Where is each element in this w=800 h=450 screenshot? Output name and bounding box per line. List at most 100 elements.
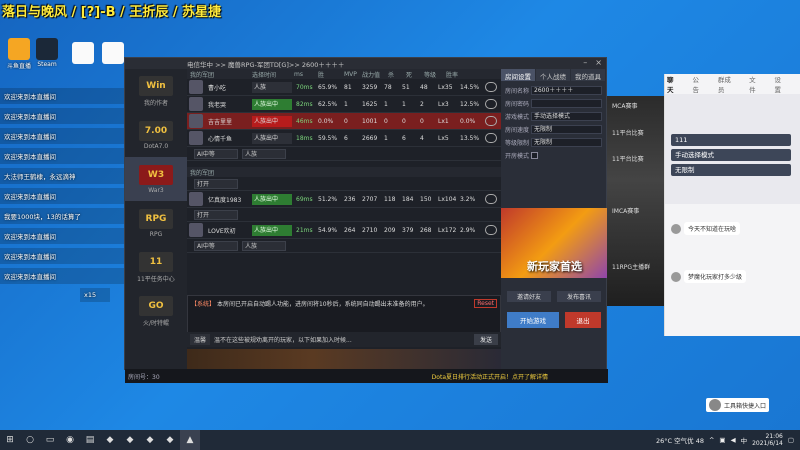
network-icon[interactable]: ▣ [719,436,725,444]
steam-app-icon [36,38,58,60]
language-indicator[interactable]: 中 [741,435,748,445]
system-tag: 【系统】 [191,301,216,308]
window-titlebar[interactable]: 电信华中 >> 魔兽RPG-军团TD[G]>> 2600＋＋＋＋ – × [125,58,606,69]
app-icon[interactable]: ◆ [140,430,160,450]
desktop-icon-3[interactable] [66,42,100,65]
start-game-button[interactable]: 开始游戏 [507,312,559,328]
player-row[interactable]: 曹小吃 人族 70ms 65.9% 81 3259 78 51 48 Lx35 … [187,79,501,96]
tab-members[interactable]: 群成员 [718,74,735,94]
file-icon [102,42,124,64]
ai-difficulty-select[interactable]: AI中等 [194,240,238,251]
race-select[interactable]: 人族 [242,148,286,159]
add-icon[interactable] [485,194,497,204]
weather-text[interactable]: 26°C 空气优 48 [656,435,704,445]
tray-chevron-icon[interactable]: ^ [709,436,714,444]
chat-message: 今天不知道在玩啥 [671,222,741,235]
group-chat-window: MCA赛事 11平台比赛 11平台比赛 IMCA赛事 11RPG主播群 聊天 公… [600,66,800,336]
window-title: 电信华中 >> 魔兽RPG-军团TD[G]>> 2600＋＋＋＋ [187,60,345,69]
system-message: 本房间已开启自动踢人功能，进房间将10秒后，系统同自动踢出未准备的用户。 [216,301,429,308]
more-options-icon[interactable] [485,133,497,143]
more-options-icon[interactable] [485,99,497,109]
more-options-icon[interactable] [485,82,497,92]
sidebar-item-dota[interactable]: 7.00 DotA7.0 [125,113,187,157]
room-speed-select[interactable]: 无限制 [531,125,602,134]
game-logo-icon: GO [139,295,173,316]
player-row[interactable]: 心情千鱼 人族出中 18ms 59.5% 6 2669 1 6 4 Lx5 13… [187,130,501,147]
event-notice-link[interactable]: Dota夏日排行活动正式开启！点开了解详情 [432,372,548,381]
sidebar-item-mine[interactable]: Win 我的作者 [125,69,187,113]
promo-ad-image[interactable]: 新玩家首选 [501,208,608,278]
app-icon[interactable]: ◆ [160,430,180,450]
room-number-text: 房间号：30 [128,373,160,381]
tab-personal-record[interactable]: 个人战绩 [536,69,570,81]
mode-field[interactable]: 手动选择模式 [671,149,791,161]
ai-slot-row: AI中等 人族 [187,239,501,253]
tab-room-settings[interactable]: 房间设置 [501,69,535,81]
search-icon[interactable]: ○ [20,430,40,450]
chat-input[interactable]: 温不在这些被规劝离开的玩家，以下如果加入时候... [214,335,474,344]
chat-panel: 聊天 公告 群成员 文件 设置 111 手动选择模式 无限制 今天不知道在玩啥 … [664,74,800,336]
race-select[interactable]: 人族 [242,240,286,251]
window-status-bar: 房间号：30 Dota夏日排行活动正式开启！点开了解详情 [125,369,608,383]
tab-chat[interactable]: 聊天 [667,74,678,94]
sidebar-item-rpg[interactable]: RPG RPG [125,201,187,245]
form-row-speed: 房间速度 无限制 [505,123,602,136]
taskbar: ⊞ ○ ▭ ◉ ▤ ◆ ◆ ◆ ◆ ▲ 26°C 空气优 48 ^ ▣ ◀ 中 … [0,430,800,450]
app-icon[interactable]: ◆ [120,430,140,450]
app-icon[interactable]: ◆ [100,430,120,450]
sidebar-item-more[interactable]: GO 火/时特鲲 [125,289,187,333]
player-row[interactable]: 亿真度1983 人族出中 69ms 51.2% 236 2707 118 184… [187,191,501,208]
room-settings-panel: 房间设置 个人战绩 我的道具 房间名称 2600＋＋＋＋ 房间密码 游戏模式 手… [501,69,608,369]
add-icon[interactable] [485,225,497,235]
share-button[interactable]: 发布喜讯 [557,291,601,302]
chat-line: 欢迎来到本直播间 [0,148,124,164]
helper-avatar [709,399,721,411]
level-limit-select[interactable]: 无限制 [531,138,602,147]
room-password-field[interactable] [531,99,602,108]
file-explorer-icon[interactable]: ▤ [80,430,100,450]
exit-button[interactable]: 退出 [565,312,601,328]
team1-header: 我的军团 选择时间 ms 胜 MVP 战力值 杀 死 等级 胜率 [187,69,501,79]
bottom-banner[interactable] [187,349,501,369]
tab-files[interactable]: 文件 [749,74,760,94]
notification-icon[interactable]: ▢ [788,436,794,444]
room-player-list: 我的军团 选择时间 ms 胜 MVP 战力值 杀 死 等级 胜率 曹小吃 人族 … [187,69,501,369]
reset-badge[interactable]: Reset [474,299,497,308]
chat-line: 欢迎来到本直播间 [0,188,124,204]
open-mode-checkbox[interactable] [531,152,538,159]
send-button[interactable]: 发送 [473,334,498,345]
tab-settings[interactable]: 设置 [775,74,786,94]
room-field[interactable]: 111 [671,134,791,146]
clock[interactable]: 21:06 2021/6/14 [752,433,783,447]
more-options-icon[interactable] [485,116,497,126]
chat-line: 我要1000块，13的话算了 [0,208,124,224]
windows-start-icon[interactable]: ⊞ [0,430,20,450]
player-row[interactable]: 我老哭 人族出中 82ms 62.5% 1 1625 1 1 2 Lx3 12.… [187,96,501,113]
volume-icon[interactable]: ◀ [731,436,736,444]
open-slot-row: 打开 [187,177,501,191]
chat-line: 欢迎来到本直播间 [0,228,124,244]
room-name-field[interactable]: 2600＋＋＋＋ [531,86,602,95]
slot-open-select[interactable]: 打开 [194,209,238,220]
game-app-icon[interactable]: ▲ [180,430,200,450]
sidebar-item-war3[interactable]: W3 War3 [125,157,187,201]
toolbox-shortcut[interactable]: 工具箱快捷入口 [706,398,770,412]
chat-line: 欢迎来到本直播间 [0,268,124,284]
game-mode-select[interactable]: 手动选择模式 [531,112,602,121]
browser-icon[interactable]: ◉ [60,430,80,450]
task-view-icon[interactable]: ▭ [40,430,60,450]
limit-field[interactable]: 无限制 [671,164,791,176]
open-slot-row: 打开 [187,208,501,222]
game-logo-icon: 7.00 [139,120,173,141]
minimize-icon[interactable]: – [583,58,587,67]
tab-notice[interactable]: 公告 [692,74,703,94]
tip-button[interactable]: 温馨 [190,334,211,345]
invite-friend-button[interactable]: 邀请好友 [507,291,551,302]
slot-open-select[interactable]: 打开 [194,178,238,189]
sidebar-item-tasks[interactable]: 11 11平任务中心 [125,245,187,289]
ai-difficulty-select[interactable]: AI中等 [194,148,238,159]
desktop-icon-steam[interactable]: Steam [30,38,64,68]
player-row[interactable]: LOVE欢初 人族出中 21ms 54.9% 264 2710 209 379 … [187,222,501,239]
player-row[interactable]: 吉吉里里 人族出中 46ms 0.0% 0 1001 0 0 0 Lx1 0.0… [187,113,501,130]
game-logo-icon: 11 [139,251,173,272]
